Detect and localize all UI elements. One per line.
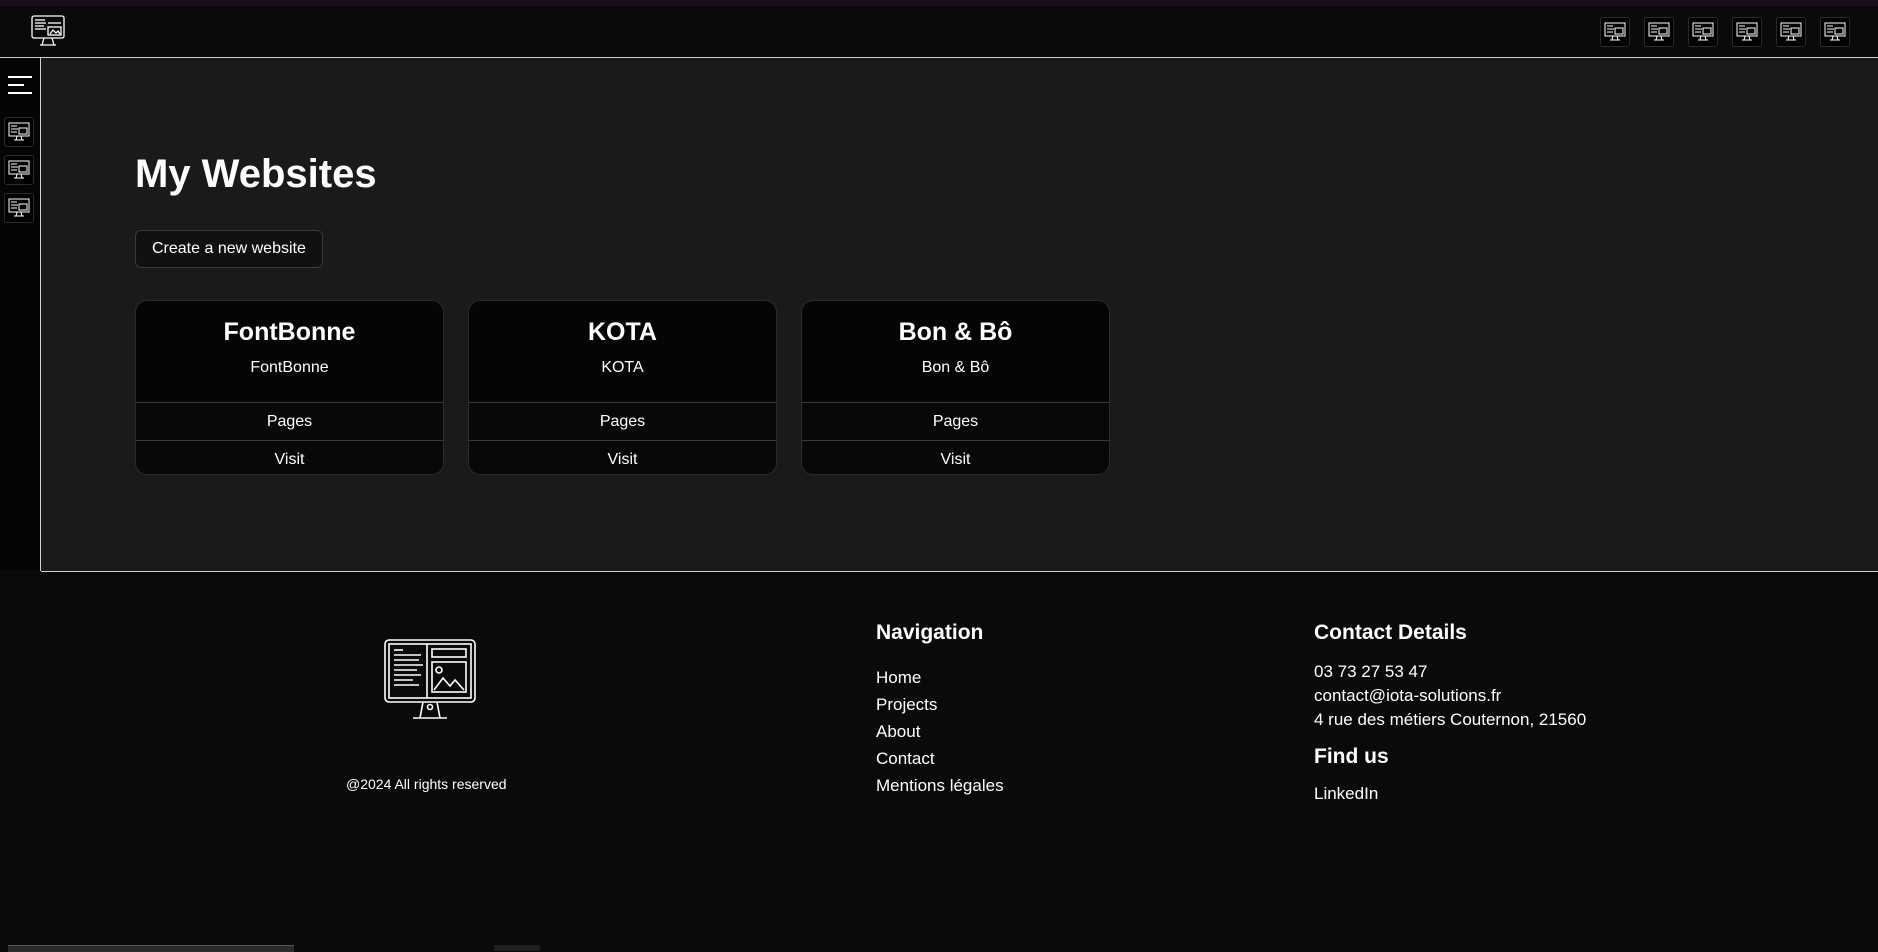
website-card: Bon & Bô Bon & Bô Pages Visit [801, 300, 1110, 475]
footer-navigation: Navigation Home Projects About Contact M… [876, 620, 1004, 799]
sidebar-monitor-icon-3[interactable] [4, 193, 34, 223]
linkedin-link[interactable]: LinkedIn [1314, 784, 1586, 804]
pages-button[interactable]: Pages [136, 402, 443, 440]
contact-email: contact@iota-solutions.fr [1314, 686, 1502, 705]
card-subtitle: KOTA [601, 359, 644, 376]
footer-link-home[interactable]: Home [876, 664, 1004, 691]
page-title: My Websites [135, 152, 377, 196]
footer-nav-list: Home Projects About Contact Mentions lég… [876, 664, 1004, 799]
website-card: KOTA KOTA Pages Visit [468, 300, 777, 475]
visit-button[interactable]: Visit [136, 440, 443, 474]
card-header: FontBonne FontBonne [136, 301, 443, 402]
contact-heading: Contact Details [1314, 621, 1467, 644]
hamburger-menu-icon[interactable] [8, 75, 32, 95]
footer-link-mentions-legales[interactable]: Mentions légales [876, 772, 1004, 799]
website-card: FontBonne FontBonne Pages Visit [135, 300, 444, 475]
nav-monitor-icon-2[interactable] [1644, 17, 1674, 47]
pages-button[interactable]: Pages [802, 402, 1109, 440]
footer-link-projects[interactable]: Projects [876, 691, 1004, 718]
nav-monitor-icon-6[interactable] [1820, 17, 1850, 47]
navigation-heading: Navigation [876, 621, 984, 644]
copyright-text: @2024 All rights reserved [346, 776, 507, 792]
footer: @2024 All rights reserved Navigation Hom… [0, 572, 1878, 857]
nav-monitor-icon-1[interactable] [1600, 17, 1630, 47]
card-subtitle: Bon & Bô [921, 359, 990, 376]
visit-button[interactable]: Visit [802, 440, 1109, 474]
contact-phone: 03 73 27 53 47 [1314, 662, 1428, 681]
create-website-button[interactable]: Create a new website [135, 230, 323, 268]
bottom-area [0, 857, 1878, 951]
nav-monitor-icon-3[interactable] [1688, 17, 1718, 47]
card-title: FontBonne [223, 318, 356, 346]
pages-button[interactable]: Pages [469, 402, 776, 440]
card-title: Bon & Bô [898, 318, 1013, 346]
scroll-thumb[interactable] [494, 945, 540, 951]
card-header: KOTA KOTA [469, 301, 776, 402]
website-cards: FontBonne FontBonne Pages Visit KOTA KOT… [135, 300, 1110, 475]
card-title: KOTA [588, 318, 657, 346]
contact-details: 03 73 27 53 47 contact@iota-solutions.fr… [1314, 660, 1586, 732]
footer-link-contact[interactable]: Contact [876, 745, 1004, 772]
computer-logo-icon [384, 639, 476, 719]
main-content: My Websites Create a new website FontBon… [41, 58, 1878, 572]
visit-button[interactable]: Visit [469, 440, 776, 474]
sidebar-monitor-icon-2[interactable] [4, 155, 34, 185]
find-us-heading: Find us [1314, 745, 1389, 768]
top-nav-icons [1600, 17, 1850, 47]
contact-address: 4 rue des métiers Couternon, 21560 [1314, 710, 1587, 729]
nav-monitor-icon-5[interactable] [1776, 17, 1806, 47]
footer-contact: Contact Details 03 73 27 53 47 contact@i… [1314, 620, 1586, 804]
sidebar-monitor-icon-1[interactable] [4, 117, 34, 147]
card-header: Bon & Bô Bon & Bô [802, 301, 1109, 402]
nav-monitor-icon-4[interactable] [1732, 17, 1762, 47]
card-subtitle: FontBonne [250, 359, 329, 376]
footer-link-about[interactable]: About [876, 718, 1004, 745]
computer-logo-icon[interactable] [30, 14, 66, 48]
top-navbar [0, 6, 1878, 58]
sidebar [0, 58, 41, 571]
